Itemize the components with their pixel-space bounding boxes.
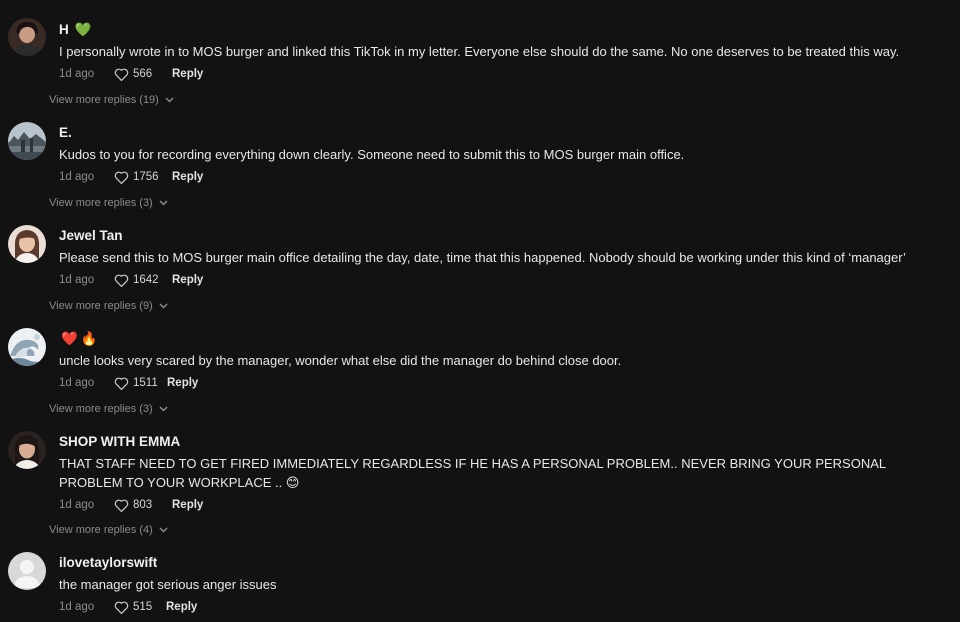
chevron-down-icon bbox=[159, 200, 168, 206]
comment-text: Kudos to you for recording everything do… bbox=[59, 147, 685, 162]
comment-meta: 1d ago 1756 Reply bbox=[59, 168, 940, 186]
like-count: 1756 bbox=[133, 171, 159, 183]
comment-username[interactable]: ❤️ 🔥 bbox=[59, 331, 940, 347]
comment-username[interactable]: E. bbox=[59, 125, 940, 141]
chevron-down-icon bbox=[159, 527, 168, 533]
fire-emoji: 🔥 bbox=[80, 331, 98, 346]
chevron-down-icon bbox=[159, 406, 168, 412]
like-count: 1642 bbox=[133, 274, 159, 286]
username-text: Jewel Tan bbox=[59, 228, 123, 243]
like-button[interactable]: 1756 bbox=[114, 171, 169, 184]
comment-timestamp: 1d ago bbox=[59, 601, 95, 613]
comment-text: the manager got serious anger issues bbox=[59, 577, 277, 592]
name-emoji: ❤️ 🔥 bbox=[61, 331, 98, 347]
reply-button[interactable]: Reply bbox=[172, 68, 203, 80]
like-count: 803 bbox=[133, 499, 153, 511]
comment-username[interactable]: H 💚 bbox=[59, 22, 940, 38]
comment-timestamp: 1d ago bbox=[59, 171, 95, 183]
chevron-down-icon bbox=[165, 97, 174, 103]
avatar[interactable] bbox=[8, 431, 46, 469]
comment-list: H 💚 I personally wrote in to MOS burger … bbox=[0, 0, 960, 622]
heart-icon bbox=[114, 171, 129, 184]
heart-icon bbox=[114, 68, 129, 81]
heart-icon bbox=[114, 274, 129, 287]
reply-button[interactable]: Reply bbox=[167, 377, 198, 389]
like-count: 515 bbox=[133, 601, 153, 613]
comment-meta: 1d ago 515 Reply bbox=[59, 598, 940, 616]
name-emoji: 💚 bbox=[75, 22, 92, 38]
reply-button[interactable]: Reply bbox=[172, 499, 203, 511]
comment-username[interactable]: SHOP WITH EMMA bbox=[59, 434, 940, 450]
like-count: 566 bbox=[133, 68, 153, 80]
view-more-replies[interactable]: View more replies (3) bbox=[49, 197, 168, 209]
comment-meta: 1d ago 566 Reply bbox=[59, 65, 940, 83]
comment-meta: 1d ago 803 Reply bbox=[59, 496, 940, 514]
username-text: SHOP WITH EMMA bbox=[59, 434, 181, 449]
like-count: 1511 bbox=[133, 377, 158, 389]
heart-icon bbox=[114, 499, 129, 512]
comment-text: uncle looks very scared by the manager, … bbox=[59, 353, 622, 368]
chevron-down-icon bbox=[159, 303, 168, 309]
view-more-replies-label: View more replies (3) bbox=[49, 197, 153, 209]
like-button[interactable]: 1511 bbox=[114, 377, 164, 390]
avatar[interactable] bbox=[8, 122, 46, 160]
view-more-replies-label: View more replies (3) bbox=[49, 403, 153, 415]
avatar[interactable] bbox=[8, 552, 46, 590]
view-more-replies[interactable]: View more replies (4) bbox=[49, 524, 168, 536]
heart-icon bbox=[114, 377, 129, 390]
green-heart-emoji: 💚 bbox=[74, 22, 92, 37]
comment-meta: 1d ago 1511 Reply bbox=[59, 374, 940, 392]
heart-icon bbox=[114, 601, 129, 614]
like-button[interactable]: 1642 bbox=[114, 274, 169, 287]
reply-button[interactable]: Reply bbox=[172, 274, 203, 286]
comment-text: THAT STAFF NEED TO GET FIRED IMMEDIATELY… bbox=[59, 456, 886, 490]
like-button[interactable]: 515 bbox=[114, 601, 163, 614]
comment-username[interactable]: Jewel Tan bbox=[59, 228, 940, 244]
comment-timestamp: 1d ago bbox=[59, 499, 95, 511]
reply-button[interactable]: Reply bbox=[166, 601, 197, 613]
comment-username[interactable]: ilovetaylorswift bbox=[59, 555, 940, 571]
reply-button[interactable]: Reply bbox=[172, 171, 203, 183]
comment-timestamp: 1d ago bbox=[59, 274, 95, 286]
comment-text: Please send this to MOS burger main offi… bbox=[59, 250, 906, 265]
username-text: ilovetaylorswift bbox=[59, 555, 158, 570]
comment-timestamp: 1d ago bbox=[59, 68, 95, 80]
comment-timestamp: 1d ago bbox=[59, 377, 95, 389]
view-more-replies[interactable]: View more replies (3) bbox=[49, 403, 168, 415]
view-more-replies-label: View more replies (4) bbox=[49, 524, 153, 536]
avatar[interactable] bbox=[8, 328, 46, 366]
avatar[interactable] bbox=[8, 18, 46, 56]
view-more-replies[interactable]: View more replies (19) bbox=[49, 94, 174, 106]
view-more-replies[interactable]: View more replies (9) bbox=[49, 300, 168, 312]
like-button[interactable]: 566 bbox=[114, 68, 169, 81]
comment-meta: 1d ago 1642 Reply bbox=[59, 271, 940, 289]
comment-text: I personally wrote in to MOS burger and … bbox=[59, 44, 900, 59]
red-heart-emoji: ❤️ bbox=[61, 331, 78, 346]
username-text: E. bbox=[59, 125, 72, 140]
view-more-replies-label: View more replies (19) bbox=[49, 94, 159, 106]
view-more-replies-label: View more replies (9) bbox=[49, 300, 153, 312]
username-text: H bbox=[59, 22, 69, 37]
avatar[interactable] bbox=[8, 225, 46, 263]
like-button[interactable]: 803 bbox=[114, 499, 169, 512]
